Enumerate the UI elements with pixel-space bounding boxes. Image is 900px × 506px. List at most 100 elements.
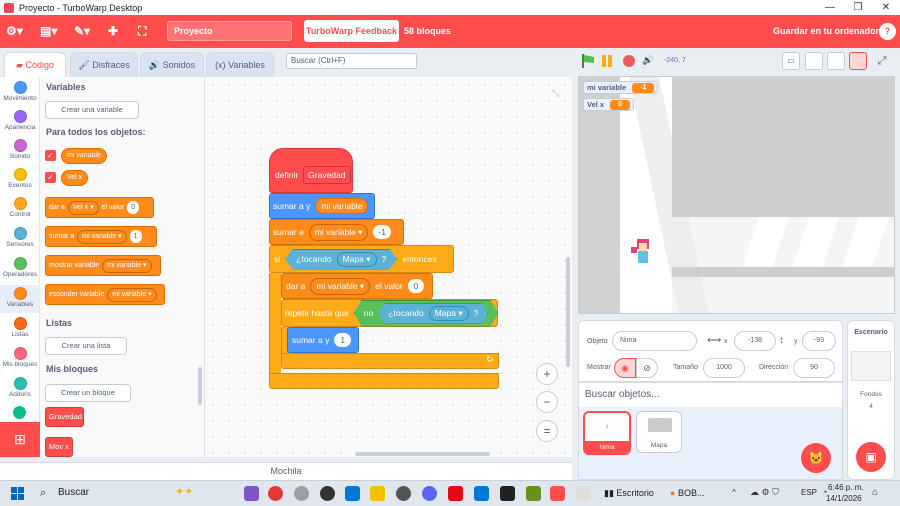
- variable-dropdown[interactable]: mi variable: [316, 281, 357, 291]
- variable-dropdown[interactable]: Vel x ▾: [67, 200, 99, 215]
- addons-puzzle-icon[interactable]: ✚: [108, 23, 118, 40]
- script-workspace[interactable]: ⤡ definir Gravedad sumar a y mi variable…: [205, 77, 572, 457]
- show-variable-block[interactable]: mostrar variable mi variable ▾: [45, 255, 161, 276]
- category-sound[interactable]: Sonido: [0, 139, 40, 160]
- add-backdrop-button[interactable]: ▣: [856, 442, 886, 472]
- taskbar-app-escritorio[interactable]: ▮▮ Escritorio: [604, 488, 654, 499]
- category-control[interactable]: Control: [0, 197, 40, 218]
- settings-gear-icon[interactable]: ⚙▾: [6, 23, 23, 40]
- packager-icon[interactable]: ⛶: [138, 23, 146, 40]
- number-input[interactable]: 0: [127, 201, 140, 214]
- pause-icon[interactable]: [601, 55, 613, 67]
- add-sprite-button[interactable]: 🐱: [801, 443, 831, 473]
- stage[interactable]: mi variable -1 Vel x 0: [578, 76, 895, 314]
- outlook-icon[interactable]: [345, 486, 360, 501]
- variable-reporter[interactable]: mi variable: [315, 198, 369, 214]
- green-flag-icon[interactable]: [582, 54, 594, 68]
- x-input[interactable]: -138: [734, 331, 776, 351]
- tray-icons[interactable]: ☁ ⚙ ⛉: [750, 487, 779, 498]
- number-input[interactable]: 1: [334, 333, 352, 347]
- change-variable-block[interactable]: sumar a mi variable ▾ -1: [269, 219, 404, 245]
- stage-target-panel[interactable]: Escenario Fondos 4 ▣: [847, 320, 895, 480]
- store-icon[interactable]: [474, 486, 489, 501]
- variable-dropdown[interactable]: mi variable ▾: [102, 258, 152, 273]
- file-menu-icon[interactable]: ▤▾: [40, 23, 57, 40]
- define-block[interactable]: definir Gravedad: [269, 148, 353, 193]
- app-icon[interactable]: [244, 486, 259, 501]
- variable-dropdown[interactable]: mi variable ▾: [77, 229, 127, 244]
- variable-dropdown[interactable]: mi variable ▾: [107, 287, 157, 302]
- layout-toggle-icon[interactable]: [849, 52, 867, 70]
- category-looks[interactable]: Apariencia: [0, 110, 40, 131]
- category-lists[interactable]: Listas: [0, 317, 40, 338]
- hp-icon[interactable]: [294, 486, 309, 501]
- category-sensing[interactable]: Sensores: [0, 227, 40, 248]
- folder-icon[interactable]: [370, 486, 385, 501]
- touching-dropdown[interactable]: Mapa: [435, 308, 456, 318]
- sprite-thumb[interactable]: Mapa: [636, 411, 682, 453]
- app-icon[interactable]: [500, 486, 515, 501]
- maximize-button[interactable]: ❐: [844, 0, 872, 15]
- tab-sounds[interactable]: 🔊 Sonidos: [140, 52, 204, 77]
- not-block[interactable]: no ¿tocando Mapa ▾ ?: [354, 300, 499, 327]
- turbowarp-icon[interactable]: [550, 486, 565, 501]
- variable-dropdown[interactable]: mi variable: [315, 227, 356, 237]
- make-block-button[interactable]: Crear un bloque: [45, 384, 131, 402]
- windows-start-icon[interactable]: [11, 487, 24, 500]
- sprite-thumb[interactable]: ♀ Nima: [583, 411, 631, 455]
- checkbox-icon[interactable]: ✓: [45, 172, 56, 183]
- workspace-scrollbar[interactable]: [355, 452, 490, 456]
- make-list-button[interactable]: Crear una lista: [45, 337, 127, 355]
- touching-dropdown[interactable]: Mapa: [343, 254, 364, 264]
- mute-icon[interactable]: 🔊: [642, 55, 653, 66]
- stop-icon[interactable]: [623, 55, 635, 67]
- make-variable-button[interactable]: Crear una variable: [45, 101, 139, 119]
- zoom-in-button[interactable]: +: [536, 363, 558, 385]
- project-title-input[interactable]: Proyecto: [167, 21, 292, 41]
- block-search-input[interactable]: Buscar (Ctrl+F): [286, 53, 417, 69]
- variable-monitor[interactable]: Vel x 0: [583, 98, 635, 111]
- touching-block[interactable]: ¿tocando Mapa ▾ ?: [285, 249, 397, 270]
- number-input[interactable]: 0: [407, 279, 425, 293]
- tab-costumes[interactable]: 🖌 Disfraces: [70, 52, 138, 77]
- category-operators[interactable]: Operadores: [0, 257, 40, 278]
- sprite-nima[interactable]: [631, 239, 653, 267]
- tray-chevron-icon[interactable]: ^: [732, 488, 736, 497]
- backpack[interactable]: Mochila: [0, 462, 572, 480]
- set-variable-block[interactable]: dar a mi variable ▾ el valor 0: [281, 273, 433, 299]
- variable-monitor[interactable]: mi variable -1: [583, 81, 659, 94]
- clock-date[interactable]: 14/1/2026: [826, 494, 862, 503]
- y-input[interactable]: -93: [802, 331, 836, 351]
- category-motion[interactable]: Movimiento: [0, 81, 40, 102]
- minimize-button[interactable]: —: [816, 0, 844, 15]
- direction-input[interactable]: 90: [793, 358, 835, 378]
- app-icon[interactable]: [396, 486, 411, 501]
- cleanup-icon[interactable]: ⤡: [552, 88, 559, 99]
- change-y-block[interactable]: sumar a y 1: [287, 327, 359, 353]
- tab-variables[interactable]: (x) Variables: [206, 52, 274, 77]
- category-addons[interactable]: Addons: [0, 377, 40, 398]
- taskbar-search[interactable]: Buscar: [58, 487, 89, 498]
- feedback-button[interactable]: TurboWarp Feedback: [304, 20, 399, 42]
- taskbar-app-bob[interactable]: ● BOB...: [670, 488, 704, 498]
- search-icon[interactable]: ⌕: [40, 487, 46, 500]
- zoom-out-button[interactable]: −: [536, 391, 558, 413]
- variable-reporter[interactable]: Vel x: [61, 170, 89, 186]
- hide-eye-icon[interactable]: ⊘: [636, 358, 658, 378]
- minecraft-icon[interactable]: [526, 486, 541, 501]
- tab-code[interactable]: ▰ Código: [4, 52, 66, 77]
- number-input[interactable]: -1: [373, 225, 392, 239]
- change-y-block[interactable]: sumar a y mi variable: [269, 193, 375, 219]
- custom-block[interactable]: Mov x: [45, 437, 73, 457]
- fullscreen-icon[interactable]: ⤢: [873, 52, 891, 70]
- hide-variable-block[interactable]: esconder variable mi variable ▾: [45, 284, 165, 305]
- category-events[interactable]: Eventos: [0, 168, 40, 189]
- show-eye-icon[interactable]: ◉: [614, 358, 636, 378]
- size-input[interactable]: 1000: [703, 358, 745, 378]
- set-variable-block[interactable]: dar a Vel x ▾ el valor 0: [45, 197, 154, 218]
- checkbox-icon[interactable]: ✓: [45, 150, 56, 161]
- category-myblocks[interactable]: Mis bloques: [0, 347, 40, 368]
- number-input[interactable]: 1: [129, 230, 142, 243]
- add-extension-button[interactable]: ⊞: [0, 422, 40, 457]
- chrome-icon[interactable]: [268, 486, 283, 501]
